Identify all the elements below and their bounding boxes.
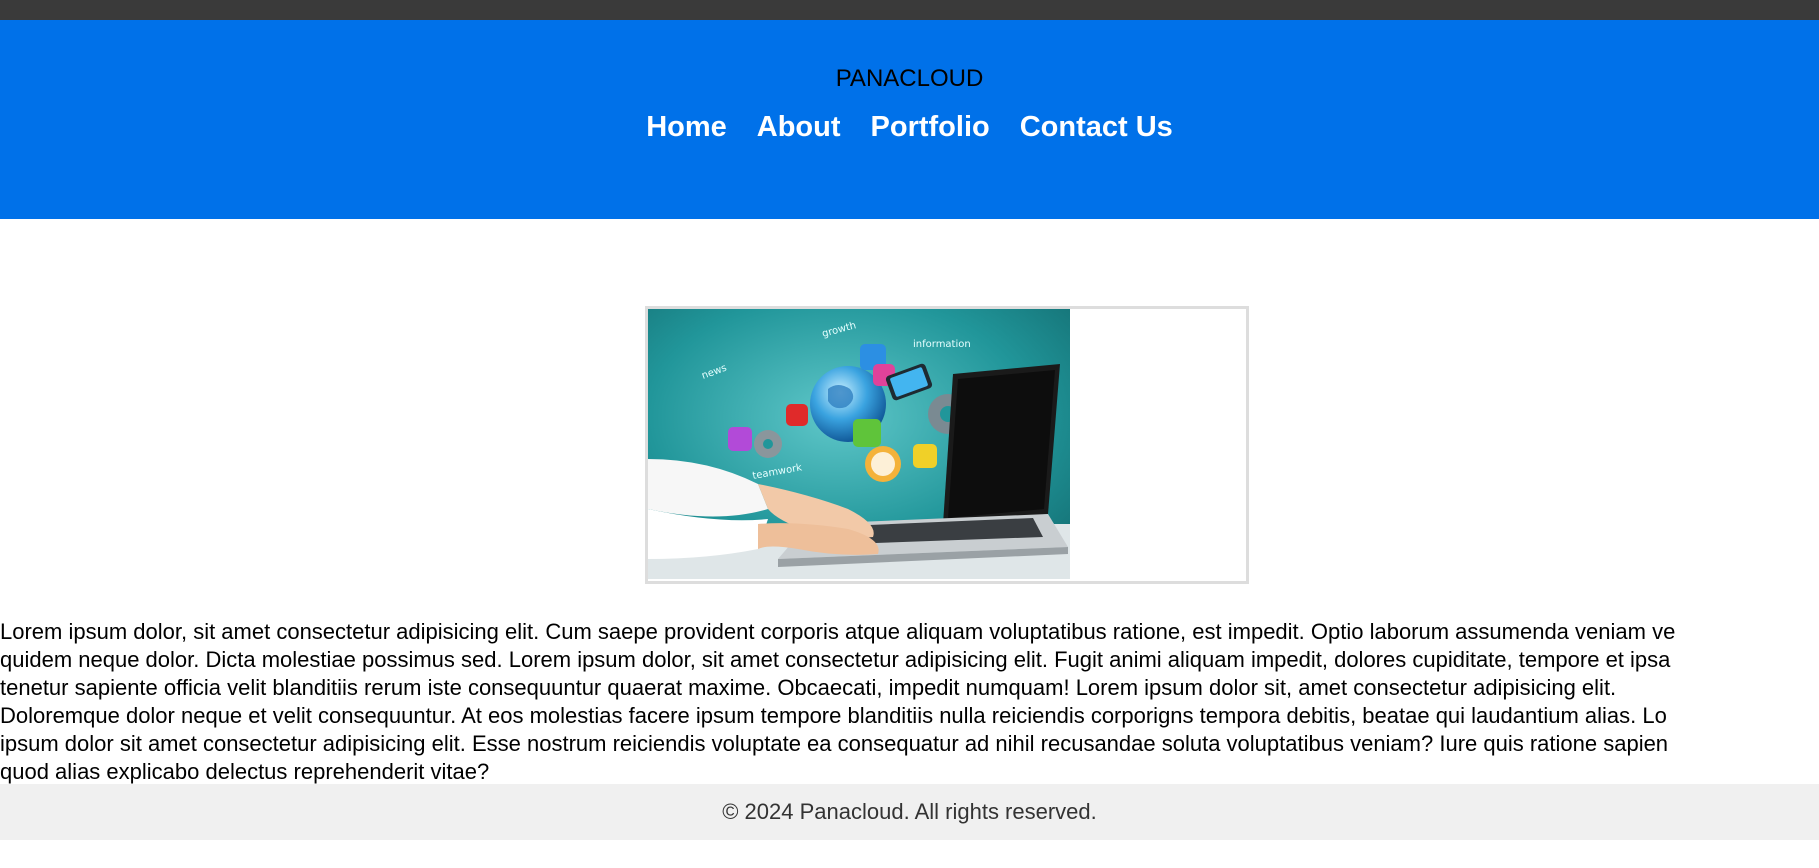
paragraph-line: tenetur sapiente officia velit blanditii…	[0, 675, 1617, 700]
paragraph-line: ipsum dolor sit amet consectetur adipisi…	[0, 731, 1669, 756]
body-paragraph: Lorem ipsum dolor, sit amet consectetur …	[0, 618, 1819, 786]
site-footer: © 2024 Panacloud. All rights reserved.	[0, 784, 1819, 840]
nav-contact-us-link[interactable]: Contact Us	[1020, 113, 1173, 142]
nav-about-link[interactable]: About	[757, 113, 841, 142]
main-content: news growth information teamwork Lorem i…	[0, 219, 1819, 840]
brand-name: PANACLOUD	[835, 65, 984, 92]
hero-word-information: information	[913, 339, 971, 350]
site-header: PANACLOUD Home About Portfolio Contact U…	[0, 20, 1819, 219]
paragraph-line: Doloremque dolor neque et velit consequu…	[0, 703, 1667, 728]
paragraph-line: quidem neque dolor. Dicta molestiae poss…	[0, 647, 1671, 672]
hero-image-frame: news growth information teamwork	[645, 306, 1249, 584]
paragraph-line: Lorem ipsum dolor, sit amet consectetur …	[0, 619, 1676, 644]
paragraph-line: quod alias explicabo delectus reprehende…	[0, 759, 490, 784]
main-nav: Home About Portfolio Contact Us	[0, 113, 1819, 142]
laptop-technology-image: news growth information teamwork	[648, 309, 1070, 579]
nav-portfolio-link[interactable]: Portfolio	[871, 113, 990, 142]
nav-home-link[interactable]: Home	[646, 113, 727, 142]
copyright-text: © 2024 Panacloud. All rights reserved.	[722, 799, 1097, 824]
browser-top-bar	[0, 0, 1819, 20]
